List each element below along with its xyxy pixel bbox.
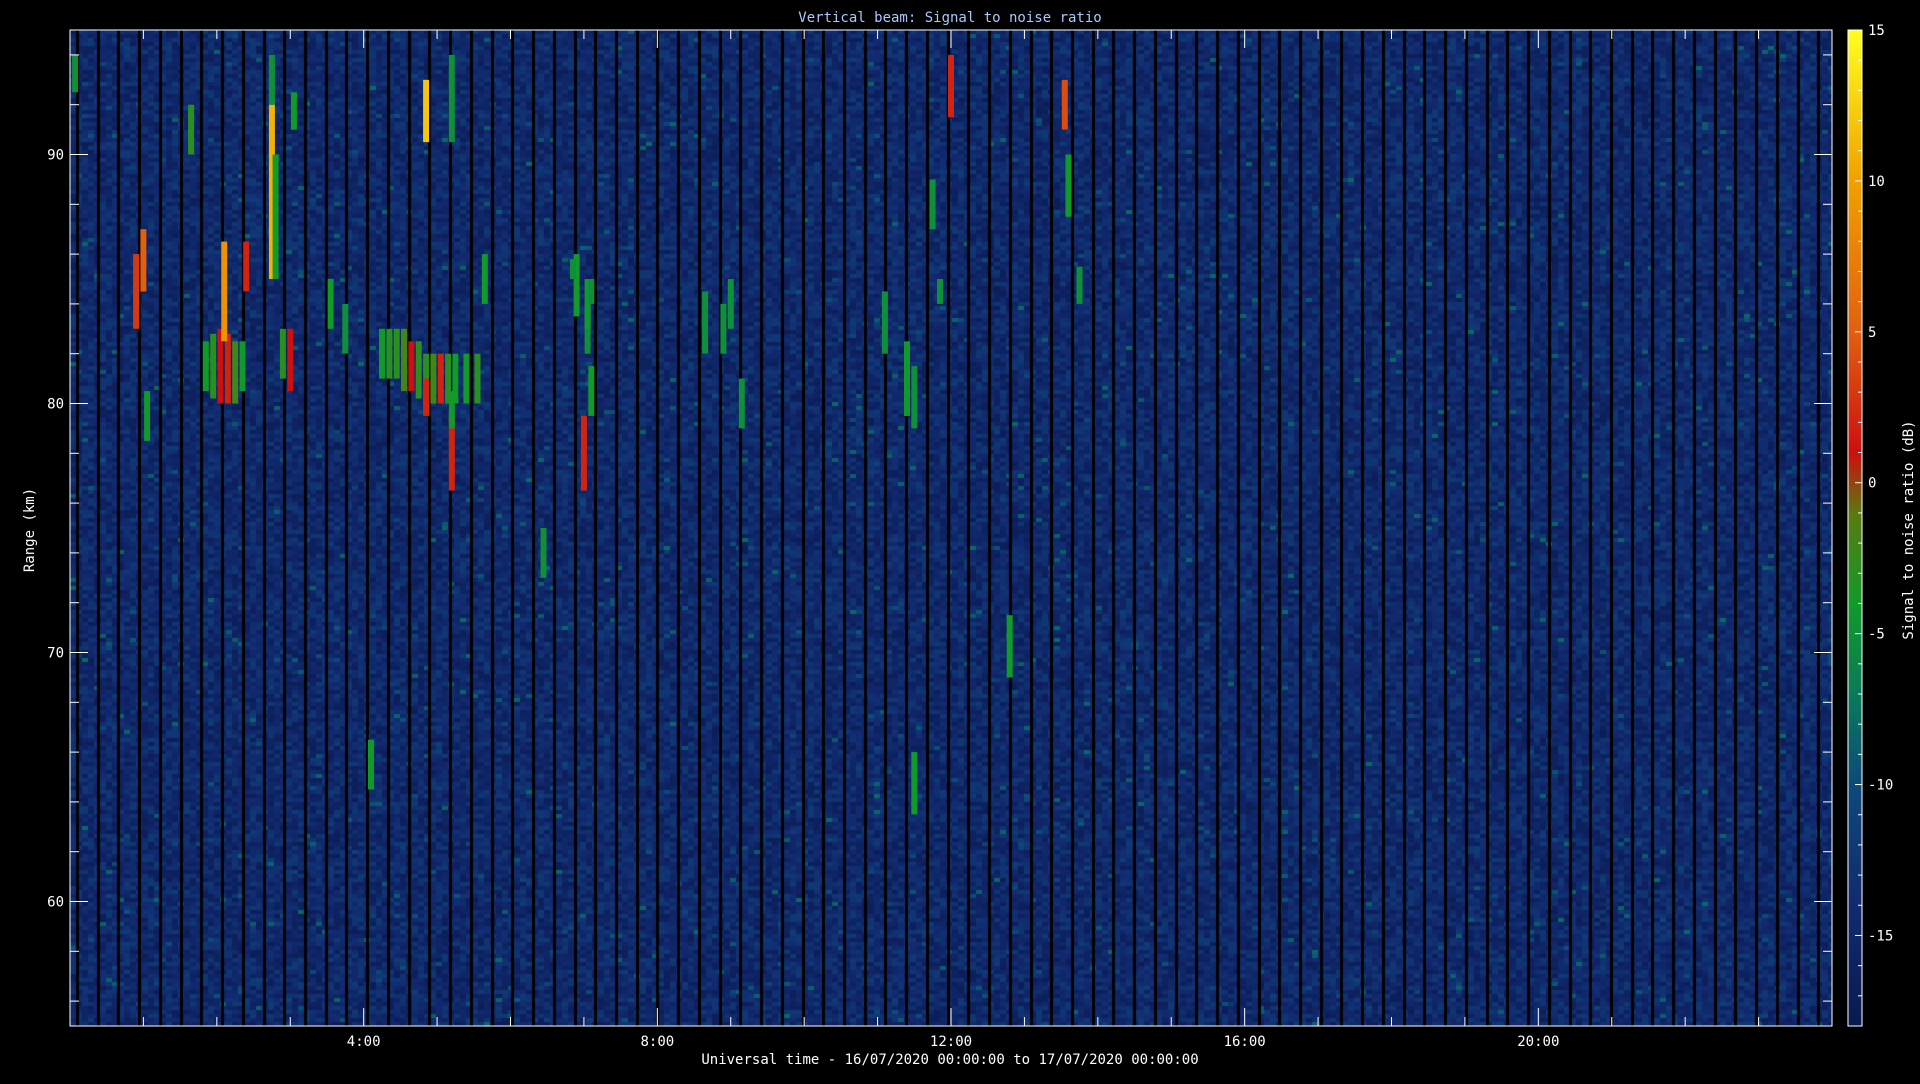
echo-mark <box>588 279 595 304</box>
x-tick-label: 8:00 <box>640 1034 674 1050</box>
echo-mark <box>290 92 297 130</box>
echo-mark <box>202 341 209 392</box>
echo-mark <box>72 54 79 93</box>
echo-mark <box>224 333 231 404</box>
x-tick-label: 20:00 <box>1517 1034 1559 1050</box>
echo-mark <box>423 378 430 416</box>
y-tick-label: 90 <box>47 148 64 164</box>
colorbar-tick-label: -10 <box>1868 778 1893 794</box>
echo-mark <box>463 353 470 404</box>
echo-mark <box>430 353 437 404</box>
echo-mark <box>569 259 576 279</box>
colorbar-tick-label: -5 <box>1868 627 1885 643</box>
noise-field <box>70 30 1832 1026</box>
echo-mark <box>272 154 279 279</box>
echo-mark <box>232 341 239 404</box>
echo-mark <box>448 391 455 429</box>
echo-mark <box>133 254 140 329</box>
colorbar-label: Signal to noise ratio (dB) <box>1901 420 1917 639</box>
echo-mark <box>268 54 275 105</box>
echo-mark <box>379 328 385 379</box>
echo-mark <box>727 279 734 329</box>
echo-mark <box>911 366 918 429</box>
echo-mark <box>279 328 286 379</box>
echo-mark <box>1065 154 1072 217</box>
echo-mark <box>911 752 918 815</box>
echo-mark <box>1061 79 1068 130</box>
echo-mark <box>327 279 334 329</box>
heatmap-layer <box>70 30 1832 1026</box>
echo-mark <box>937 279 943 304</box>
echo-mark <box>243 241 250 292</box>
x-tick-label: 16:00 <box>1224 1034 1266 1050</box>
echo-mark <box>540 528 547 578</box>
echo-mark <box>948 54 954 118</box>
echo-mark <box>1076 266 1083 304</box>
echo-mark <box>437 353 444 404</box>
echo-mark <box>408 341 415 392</box>
echo-mark <box>287 328 294 392</box>
echo-mark <box>140 229 147 292</box>
colorbar-gradient <box>1848 30 1862 1026</box>
echo-mark <box>580 415 587 491</box>
colorbar-tick-label: 15 <box>1868 23 1885 39</box>
x-tick-label: 12:00 <box>930 1034 972 1050</box>
echo-mark <box>144 391 151 441</box>
echo-mark <box>415 341 422 399</box>
echo-mark <box>386 328 393 379</box>
y-axis-label: Range (km) <box>22 488 38 572</box>
echo-mark <box>423 79 430 143</box>
echo-mark <box>221 241 228 342</box>
colorbar-tick-label: -15 <box>1868 928 1893 944</box>
echo-mark <box>929 179 936 230</box>
x-tick-label: 4:00 <box>347 1034 381 1050</box>
echo-mark <box>401 328 407 392</box>
echo-mark <box>342 303 349 354</box>
x-axis-label: Universal time - 16/07/2020 00:00:00 to … <box>701 1052 1198 1068</box>
colorbar-tick-label: 5 <box>1868 325 1876 341</box>
echo-mark <box>881 291 888 354</box>
echo-mark <box>738 378 745 429</box>
chart-root: 60 70 80 90 4:00 8:00 12:00 16:00 20:00 15 10 5 0 -5… <box>0 0 1920 1080</box>
echo-mark <box>448 54 455 143</box>
echo-mark <box>188 104 195 155</box>
echo-mark <box>481 254 488 304</box>
y-tick-label: 80 <box>47 397 64 413</box>
y-tick-label: 70 <box>47 646 64 662</box>
echo-mark <box>239 341 246 392</box>
echo-mark <box>368 739 374 790</box>
echo-mark <box>393 328 400 379</box>
echo-mark <box>210 333 217 399</box>
colorbar-tick-label: 10 <box>1868 174 1885 190</box>
echo-mark <box>474 353 481 404</box>
echo-mark <box>904 341 910 416</box>
echo-mark <box>1006 615 1013 678</box>
chart-title: Vertical beam: Signal to noise ratio <box>798 10 1101 26</box>
colorbar-tick-label: 0 <box>1868 476 1876 492</box>
snr-chart: 60 70 80 90 4:00 8:00 12:00 16:00 20:00 15 10 5 0 -5… <box>0 0 1920 1080</box>
echo-mark <box>720 303 727 354</box>
echo-mark <box>702 291 709 354</box>
y-tick-label: 60 <box>47 895 64 911</box>
echo-mark <box>588 366 595 416</box>
